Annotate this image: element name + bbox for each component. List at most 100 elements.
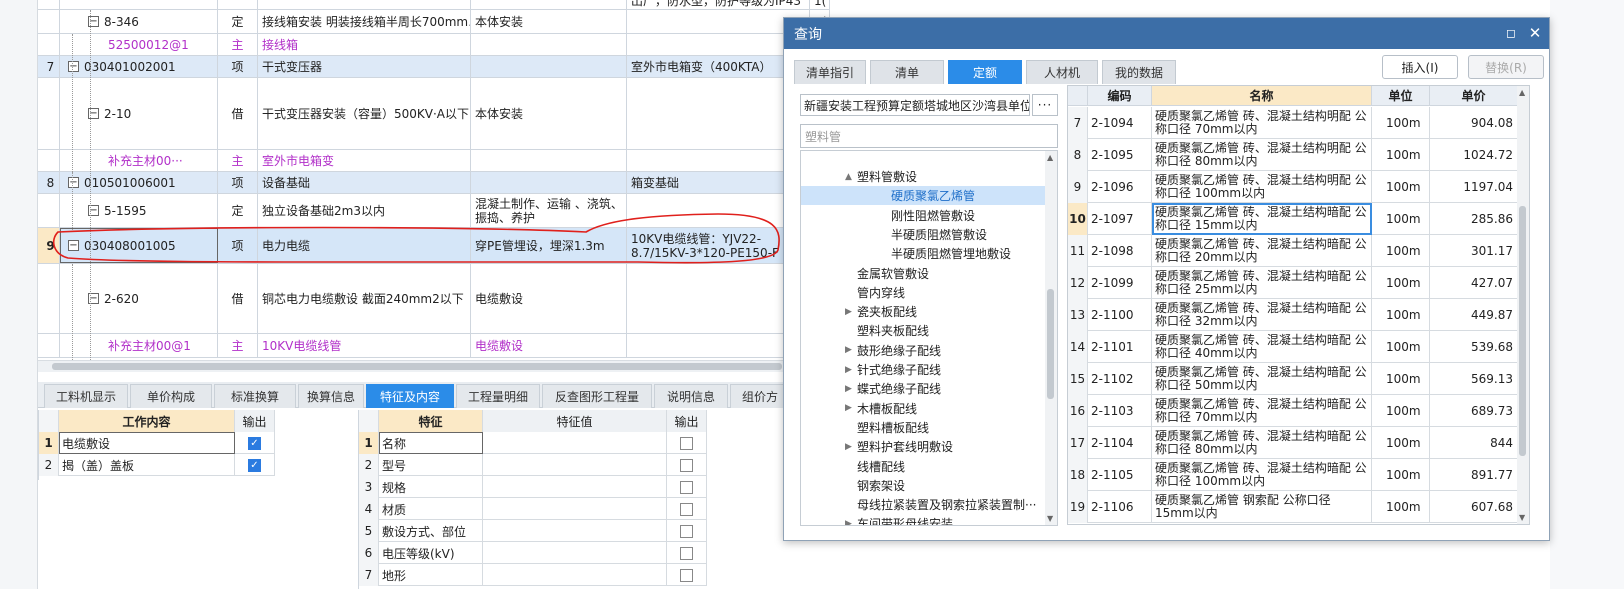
- tree-scrollbar[interactable]: ▲ ▼: [1045, 151, 1057, 525]
- table-row[interactable]: 52500012@1主接线箱个: [38, 34, 830, 56]
- result-row[interactable]: 10 2-1097 硬质聚氯乙烯管 砖、混凝土结构暗配 公称口径 15mm以内 100…: [1068, 203, 1518, 235]
- work-content-row[interactable]: 1 电缆敷设 ✓: [39, 432, 275, 454]
- feature-name[interactable]: 敷设方式、部位: [379, 520, 483, 542]
- output-checkbox[interactable]: [680, 546, 693, 560]
- feature-name[interactable]: 地形: [379, 564, 483, 586]
- tree-item[interactable]: ▶ 瓷夹板配线: [801, 302, 1045, 321]
- tab-standard-conversion[interactable]: 标准换算: [214, 384, 296, 408]
- quota-library-selector[interactable]: 新疆安装工程预算定额塔城地区沙湾县单位估: [800, 94, 1030, 116]
- scroll-thumb[interactable]: [52, 363, 782, 370]
- table-row[interactable]: 7−030401002001项干式变压器室外市电箱变（400KTA）台: [38, 56, 830, 78]
- feature-name[interactable]: 规格: [379, 476, 483, 498]
- feature-value[interactable]: [483, 564, 667, 586]
- tree-item[interactable]: ▶ 鼓形绝缘子配线: [801, 341, 1045, 360]
- library-browse-button[interactable]: ···: [1032, 94, 1058, 116]
- table-row[interactable]: 9−030408001005 项电力电缆 穿PE管埋设，埋深1.3m 10KV电缆线管…: [38, 228, 830, 264]
- feature-row[interactable]: 7 地形: [359, 564, 707, 586]
- work-content-row[interactable]: 2 揭（盖）盖板 ✓: [39, 454, 275, 476]
- tab-bill-guide[interactable]: 清单指引: [794, 60, 866, 84]
- feature-row[interactable]: 4 材质: [359, 498, 707, 520]
- expand-arrow-icon[interactable]: ▶: [845, 403, 857, 413]
- insert-button[interactable]: 插入(I): [1382, 55, 1458, 79]
- result-row[interactable]: 19 2-1106 硬质聚氯乙烯管 钢索配 公称口径 15mm以内 100m 607.6…: [1068, 491, 1518, 523]
- result-row[interactable]: 11 2-1098 硬质聚氯乙烯管 砖、混凝土结构暗配 公称口径 20mm以内 100…: [1068, 235, 1518, 267]
- tab-features-content[interactable]: 特征及内容: [366, 384, 454, 408]
- work-content-text[interactable]: 揭（盖）盖板: [59, 454, 235, 476]
- feature-value[interactable]: [483, 432, 667, 454]
- work-content-text[interactable]: 电缆敷设: [59, 432, 235, 454]
- tree-item[interactable]: 管内穿线: [801, 283, 1045, 302]
- tab-conversion-info[interactable]: 换算信息: [298, 384, 364, 408]
- feature-value[interactable]: [483, 542, 667, 564]
- feature-value[interactable]: [483, 476, 667, 498]
- maximize-icon[interactable]: ◻: [1503, 25, 1519, 41]
- tree-item[interactable]: ▶ 针式绝缘子配线: [801, 360, 1045, 379]
- scroll-thumb[interactable]: [1047, 289, 1054, 399]
- tree-item[interactable]: 金属软管敷设: [801, 264, 1045, 283]
- table-row[interactable]: 出厂，防水型，防护等级为IP43 1(: [38, 0, 830, 10]
- tree-item[interactable]: 线槽配线: [801, 457, 1045, 476]
- expand-arrow-icon[interactable]: ▶: [845, 384, 857, 394]
- close-icon[interactable]: ✕: [1527, 24, 1543, 42]
- search-input[interactable]: [800, 124, 1058, 148]
- feature-row[interactable]: 3 规格: [359, 476, 707, 498]
- tree-item[interactable]: 母线拉紧装置及钢索拉紧装置制···: [801, 495, 1045, 514]
- result-row[interactable]: 16 2-1103 硬质聚氯乙烯管 砖、混凝土结构暗配 公称口径 70mm以内 100…: [1068, 395, 1518, 427]
- tree-item[interactable]: 半硬质阻燃管埋地敷设: [801, 244, 1045, 263]
- result-row[interactable]: 7 2-1094 硬质聚氯乙烯管 砖、混凝土结构明配 公称口径 70mm以内 100m…: [1068, 107, 1518, 139]
- table-row[interactable]: 补充主材00@1主10KV电缆线管电缆敷设m: [38, 334, 830, 358]
- collapse-toggle-icon[interactable]: −: [68, 240, 79, 251]
- tree-item[interactable]: ▲ 塑料管敷设: [801, 167, 1045, 186]
- output-checkbox[interactable]: [680, 502, 693, 516]
- table-row[interactable]: −5-1595定独立设备基础2m3以内混凝土制作、运输 、浇筑、振捣、养护1(: [38, 194, 830, 228]
- feature-row[interactable]: 5 敷设方式、部位: [359, 520, 707, 542]
- feature-value[interactable]: [483, 454, 667, 476]
- tab-labor-material-machine[interactable]: 人材机: [1026, 60, 1098, 84]
- feature-value[interactable]: [483, 498, 667, 520]
- table-row[interactable]: 补充主材00···主室外市电箱变台: [38, 150, 830, 172]
- result-row[interactable]: 15 2-1102 硬质聚氯乙烯管 砖、混凝土结构暗配 公称口径 50mm以内 100…: [1068, 363, 1518, 395]
- scroll-thumb[interactable]: [1519, 206, 1526, 456]
- tree-item[interactable]: 塑料槽板配线: [801, 418, 1045, 437]
- tab-quota[interactable]: 定额: [948, 60, 1022, 84]
- tree-item[interactable]: 钢索架设: [801, 476, 1045, 495]
- result-row[interactable]: 13 2-1100 硬质聚氯乙烯管 砖、混凝土结构暗配 公称口径 32mm以内 100…: [1068, 299, 1518, 331]
- result-row[interactable]: 18 2-1105 硬质聚氯乙烯管 砖、混凝土结构暗配 公称口径 100mm以内 10…: [1068, 459, 1518, 491]
- feature-name[interactable]: 型号: [379, 454, 483, 476]
- collapse-toggle-icon[interactable]: −: [68, 177, 79, 188]
- output-checkbox[interactable]: ✓: [248, 458, 261, 472]
- tab-pricing[interactable]: 组价方: [730, 384, 790, 408]
- tree-item[interactable]: ▶ 蝶式绝缘子配线: [801, 379, 1045, 398]
- result-row[interactable]: 8 2-1095 硬质聚氯乙烯管 砖、混凝土结构明配 公称口径 80mm以内 100m…: [1068, 139, 1518, 171]
- tree-item[interactable]: ▶ 车间带形母线安装: [801, 514, 1045, 525]
- table-row[interactable]: −2-620借铜芯电力电缆敷设 截面240mm2以下电缆敷设1(: [38, 264, 830, 334]
- tree-item[interactable]: ▶ 木槽板配线: [801, 399, 1045, 418]
- results-scrollbar[interactable]: ▲ ▼: [1517, 86, 1529, 524]
- scroll-up-icon[interactable]: ▲: [1047, 153, 1053, 162]
- expand-arrow-icon[interactable]: ▶: [845, 442, 857, 452]
- tree-item[interactable]: ▶ 塑料护套线明敷设: [801, 437, 1045, 456]
- expand-arrow-icon[interactable]: ▶: [845, 519, 857, 525]
- tab-unit-price[interactable]: 单价构成: [130, 384, 212, 408]
- tab-quantity-detail[interactable]: 工程量明细: [456, 384, 540, 408]
- output-checkbox[interactable]: [680, 436, 693, 450]
- tree-item[interactable]: 半硬质阻燃管敷设: [801, 225, 1045, 244]
- scroll-down-icon[interactable]: ▼: [1047, 514, 1053, 523]
- table-row[interactable]: 8−010501006001项设备基础箱变基础m: [38, 172, 830, 194]
- output-checkbox[interactable]: [680, 524, 693, 538]
- tree-item[interactable]: 刚性阻燃管敷设: [801, 206, 1045, 225]
- tab-reverse-lookup[interactable]: 反查图形工程量: [542, 384, 652, 408]
- result-row[interactable]: 14 2-1101 硬质聚氯乙烯管 砖、混凝土结构暗配 公称口径 40mm以内 100…: [1068, 331, 1518, 363]
- feature-row[interactable]: 1 名称: [359, 432, 707, 454]
- tab-labor-material[interactable]: 工料机显示: [44, 384, 128, 408]
- table-row[interactable]: −8-346定接线箱安装 明装接线箱半周长700mm以内本体安装1(: [38, 10, 830, 34]
- feature-row[interactable]: 6 电压等级(kV): [359, 542, 707, 564]
- expand-arrow-icon[interactable]: ▶: [845, 307, 857, 317]
- result-row[interactable]: 12 2-1099 硬质聚氯乙烯管 砖、混凝土结构暗配 公称口径 25mm以内 100…: [1068, 267, 1518, 299]
- scroll-down-icon[interactable]: ▼: [1519, 513, 1525, 522]
- table-row[interactable]: −2-10借干式变压器安装（容量）500KV·A以下本体安装台: [38, 78, 830, 150]
- tree-item[interactable]: 塑料夹板配线: [801, 321, 1045, 340]
- main-horizontal-scrollbar[interactable]: [38, 360, 830, 372]
- feature-name[interactable]: 名称: [379, 432, 483, 454]
- result-row[interactable]: 17 2-1104 硬质聚氯乙烯管 砖、混凝土结构暗配 公称口径 80mm以内 100…: [1068, 427, 1518, 459]
